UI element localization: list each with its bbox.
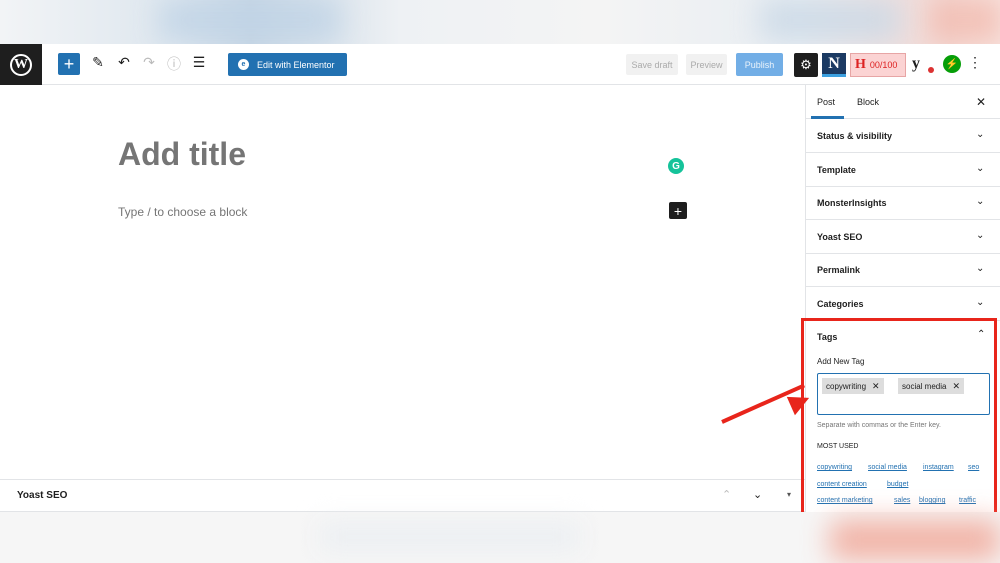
panel-label: Status & visibility	[817, 131, 893, 141]
panel-label: Template	[817, 165, 856, 175]
settings-gear-icon[interactable]: ⚙	[794, 53, 818, 77]
panel-label: Categories	[817, 299, 864, 309]
sidebar-tabs: Post Block ✕	[806, 85, 1000, 119]
page: W + ✎ ↶ ↷ ⓘ ☰ e Edit with Elementor Save…	[0, 0, 1000, 563]
undo-icon[interactable]: ↶	[114, 54, 134, 71]
blurred-background-top	[0, 0, 1000, 44]
wordpress-icon: W	[10, 53, 32, 76]
panel-yoast-seo[interactable]: Yoast SEO ⌄	[806, 220, 1000, 254]
chevron-down-icon: ⌄	[976, 163, 985, 174]
tools-icon[interactable]: ✎	[88, 54, 108, 71]
yoast-icon[interactable]: y	[912, 55, 920, 73]
tab-block[interactable]: Block	[857, 97, 879, 107]
chevron-down-icon: ⌄	[976, 129, 985, 140]
grammarly-icon[interactable]: G	[668, 158, 684, 174]
headline-icon: H	[855, 57, 866, 72]
move-down-icon[interactable]: ⌄	[753, 488, 762, 501]
yoast-seo-metabox-bar[interactable]: Yoast SEO ⌃ ⌄ ▾	[0, 479, 805, 512]
wordpress-logo-button[interactable]: W	[0, 44, 42, 85]
redo-icon[interactable]: ↷	[139, 54, 159, 71]
elementor-icon: e	[238, 59, 249, 70]
add-block-button[interactable]: +	[58, 53, 80, 75]
chevron-down-icon: ⌄	[976, 263, 985, 274]
jetpack-icon[interactable]: ⚡	[943, 55, 961, 73]
preview-button[interactable]: Preview	[686, 54, 727, 75]
panel-label: MonsterInsights	[817, 198, 887, 208]
panel-label: Permalink	[817, 265, 861, 275]
panel-permalink[interactable]: Permalink ⌄	[806, 253, 1000, 287]
headline-score-button[interactable]: H 00/100	[850, 53, 906, 77]
close-icon[interactable]: ✕	[976, 95, 986, 109]
panel-label: Yoast SEO	[817, 232, 863, 242]
panel-monsterinsights[interactable]: MonsterInsights ⌄	[806, 186, 1000, 220]
panel-template[interactable]: Template ⌄	[806, 153, 1000, 187]
move-up-icon[interactable]: ⌃	[722, 488, 731, 501]
outline-icon[interactable]: ☰	[189, 54, 209, 71]
panel-categories[interactable]: Categories ⌄	[806, 287, 1000, 321]
blurred-background-bottom	[0, 512, 1000, 563]
panel-status-visibility[interactable]: Status & visibility ⌄	[806, 119, 1000, 153]
headline-score: 00/100	[869, 60, 898, 70]
editor-toolbar: W + ✎ ↶ ↷ ⓘ ☰ e Edit with Elementor Save…	[0, 44, 1000, 85]
block-placeholder[interactable]: Type / to choose a block	[118, 205, 247, 219]
inline-add-block-button[interactable]: +	[669, 202, 687, 219]
chevron-down-icon: ⌄	[976, 196, 985, 207]
yoast-status-dot	[928, 67, 934, 73]
info-icon[interactable]: ⓘ	[164, 54, 184, 74]
tags-highlight-box	[801, 318, 997, 518]
more-options-icon[interactable]: ⋮	[968, 54, 982, 71]
post-title-input[interactable]: Add title	[118, 136, 246, 173]
save-draft-button[interactable]: Save draft	[626, 54, 678, 75]
tab-post[interactable]: Post	[817, 97, 835, 107]
chevron-down-icon: ⌄	[976, 297, 985, 308]
publish-button[interactable]: Publish	[736, 53, 783, 76]
chevron-down-icon: ⌄	[976, 230, 985, 241]
edit-with-elementor-label: Edit with Elementor	[257, 59, 335, 70]
yoast-seo-metabox-label: Yoast SEO	[17, 490, 68, 501]
n-plugin-icon[interactable]: N	[822, 53, 846, 77]
edit-with-elementor-button[interactable]: e Edit with Elementor	[228, 53, 347, 76]
toggle-caret-icon[interactable]: ▾	[787, 490, 791, 499]
